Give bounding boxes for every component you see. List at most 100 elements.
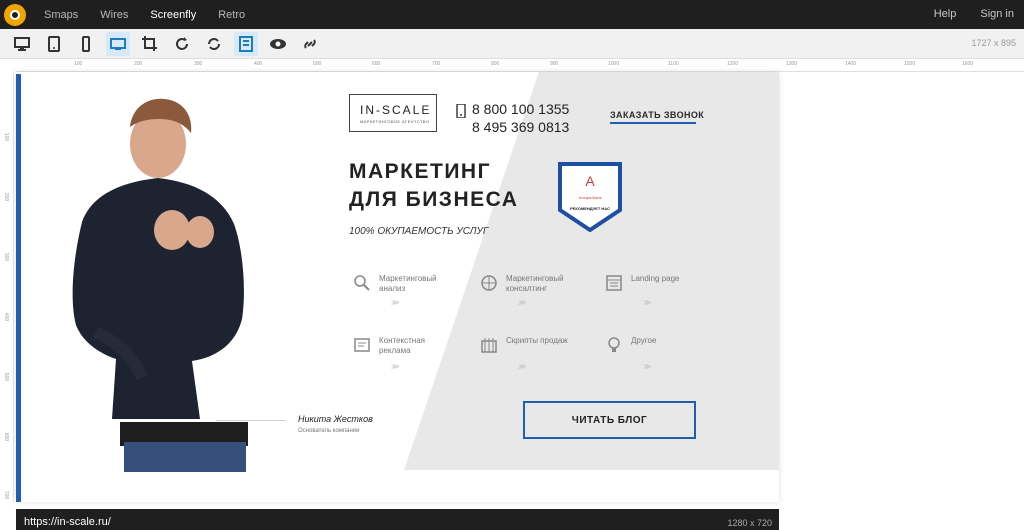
- service-label: Маркетинговый анализ: [379, 274, 437, 293]
- badge-bank-name: Альфа-Банк: [578, 195, 602, 200]
- idea-icon: [608, 337, 620, 352]
- ruler-tick: 1100: [668, 61, 679, 67]
- ruler-tick: 700: [3, 490, 10, 500]
- chevron-right-icon: ≫: [391, 298, 400, 307]
- consulting-icon: [481, 275, 497, 291]
- request-call-link[interactable]: ЗАКАЗАТЬ ЗВОНОК: [610, 110, 704, 120]
- chevron-right-icon: ≫: [518, 298, 527, 307]
- ruler-tick: 400: [254, 61, 263, 67]
- ruler-tick: 600: [3, 432, 10, 442]
- hero-tagline: 100% ОКУПАЕМОСТЬ УСЛУГ: [349, 226, 489, 237]
- service-label: Маркетинговый консалтинг: [506, 274, 564, 293]
- ruler-tick: 1000: [608, 61, 620, 67]
- screenfly-logo-icon[interactable]: [4, 3, 26, 26]
- svg-text:А: А: [585, 173, 595, 189]
- service-ads[interactable]: Контекстная реклама: [353, 336, 449, 356]
- tablet-icon: [48, 35, 60, 52]
- preview-url[interactable]: https://in-scale.ru/: [24, 516, 111, 528]
- preview-status-bar: [16, 509, 779, 530]
- analysis-icon: [354, 275, 370, 291]
- service-label: Скрипты продаж: [506, 336, 568, 345]
- nav-retro[interactable]: Retro: [218, 9, 245, 21]
- phone-numbers: 8 800 100 1355 8 495 369 0813: [472, 100, 569, 136]
- ruler-tick: 1200: [727, 61, 739, 67]
- nav-screenfly[interactable]: Screenfly: [150, 9, 196, 21]
- nav-smaps[interactable]: Smaps: [44, 9, 78, 21]
- vertical-ruler: 100 200 300 400 500 600 700: [0, 72, 14, 502]
- ruler-tick: 500: [313, 61, 322, 67]
- desktop-icon: [14, 36, 30, 51]
- sign-in-link[interactable]: Sign in: [980, 8, 1014, 20]
- headline-line-1: МАРКЕТИНГ: [349, 160, 491, 183]
- top-navigation-bar: Smaps Wires Screenfly Retro Help Sign in: [0, 0, 1024, 29]
- screen-button[interactable]: [106, 31, 130, 56]
- ruler-tick: 200: [134, 61, 143, 67]
- rotate-button[interactable]: [202, 32, 226, 56]
- layout-icon: [239, 35, 253, 52]
- scripts-icon: [481, 338, 497, 353]
- main-nav: Smaps Wires Screenfly Retro: [44, 9, 267, 21]
- service-consulting[interactable]: Маркетинговый консалтинг: [480, 274, 576, 294]
- nav-wires[interactable]: Wires: [100, 9, 128, 21]
- landing-icon: [606, 275, 622, 291]
- ads-icon: [354, 338, 370, 352]
- website-preview[interactable]: IN-SCALE МАРКЕТИНГОВОЕ АГЕНТСТВО 8 800 1…: [16, 72, 779, 502]
- chevron-right-icon: ≫: [643, 298, 652, 307]
- ruler-tick: 1300: [786, 61, 798, 67]
- hero-headline: МАРКЕТИНГ ДЛЯ БИЗНЕСА: [349, 158, 518, 214]
- ruler-tick: 1600: [962, 61, 974, 67]
- screen-size-label: 1727 x 895: [971, 38, 1016, 48]
- service-landing[interactable]: Landing page: [605, 274, 701, 292]
- ruler-tick: 600: [372, 61, 381, 67]
- author-name: Никита Жестков: [298, 414, 373, 424]
- service-label: Landing page: [631, 274, 680, 283]
- preview-button[interactable]: [266, 32, 290, 56]
- ruler-tick: 900: [550, 61, 559, 67]
- device-toolbar: 1727 x 895: [0, 29, 1024, 59]
- phone-number-2[interactable]: 8 495 369 0813: [472, 118, 569, 136]
- brand-name: IN-SCALE: [360, 102, 432, 117]
- refresh-button[interactable]: [170, 32, 194, 56]
- layout-button[interactable]: [234, 31, 258, 56]
- viewport-size-label: 1280 x 720: [727, 518, 772, 528]
- chevron-right-icon: ≫: [391, 362, 400, 371]
- service-label: Другое: [631, 336, 657, 345]
- chevron-right-icon: ≫: [643, 362, 652, 371]
- service-label: Контекстная реклама: [379, 336, 426, 355]
- crop-icon: [142, 35, 157, 51]
- founder-photo: [50, 92, 280, 472]
- desktop-button[interactable]: [10, 32, 34, 56]
- ruler-tick: 100: [3, 132, 10, 142]
- ruler-tick: 700: [432, 61, 441, 67]
- phone-number-1[interactable]: 8 800 100 1355: [472, 100, 569, 118]
- ruler-tick: 800: [491, 61, 500, 67]
- crop-button[interactable]: [138, 32, 162, 56]
- refresh-icon: [176, 36, 188, 50]
- service-other[interactable]: Другое: [605, 336, 701, 354]
- phone-icon: [456, 104, 466, 118]
- read-blog-button[interactable]: ЧИТАТЬ БЛОГ: [523, 401, 696, 439]
- service-analysis[interactable]: Маркетинговый анализ: [353, 274, 449, 294]
- author-role: Основатель компании: [298, 428, 360, 434]
- ruler-tick: 200: [3, 192, 10, 202]
- ruler-tick: 300: [194, 61, 203, 67]
- brand-logo[interactable]: IN-SCALE МАРКЕТИНГОВОЕ АГЕНТСТВО: [349, 94, 437, 132]
- headline-line-2: ДЛЯ БИЗНЕСА: [349, 188, 519, 211]
- eye-icon: [270, 38, 286, 49]
- mobile-button[interactable]: [74, 32, 98, 56]
- service-scripts[interactable]: Скрипты продаж: [480, 336, 576, 354]
- request-call-underline: [610, 122, 696, 124]
- ruler-tick: 1500: [904, 61, 916, 67]
- share-link-button[interactable]: [298, 32, 322, 56]
- help-link[interactable]: Help: [934, 8, 957, 20]
- tablet-button[interactable]: [42, 32, 66, 56]
- accent-stripe: [16, 74, 21, 502]
- ruler-tick: 400: [3, 312, 10, 322]
- link-icon: [304, 38, 316, 49]
- ruler-tick: 100: [74, 61, 83, 67]
- brand-subtitle: МАРКЕТИНГОВОЕ АГЕНТСТВО: [360, 118, 430, 124]
- ruler-tick: 1400: [845, 61, 857, 67]
- horizontal-ruler: 100 200 300 400 500 600 700 800 900 1000…: [16, 60, 1024, 72]
- chevron-right-icon: ≫: [518, 362, 527, 371]
- badge-recommendation: РЕКОМЕНДУЕТ НАС: [570, 206, 610, 211]
